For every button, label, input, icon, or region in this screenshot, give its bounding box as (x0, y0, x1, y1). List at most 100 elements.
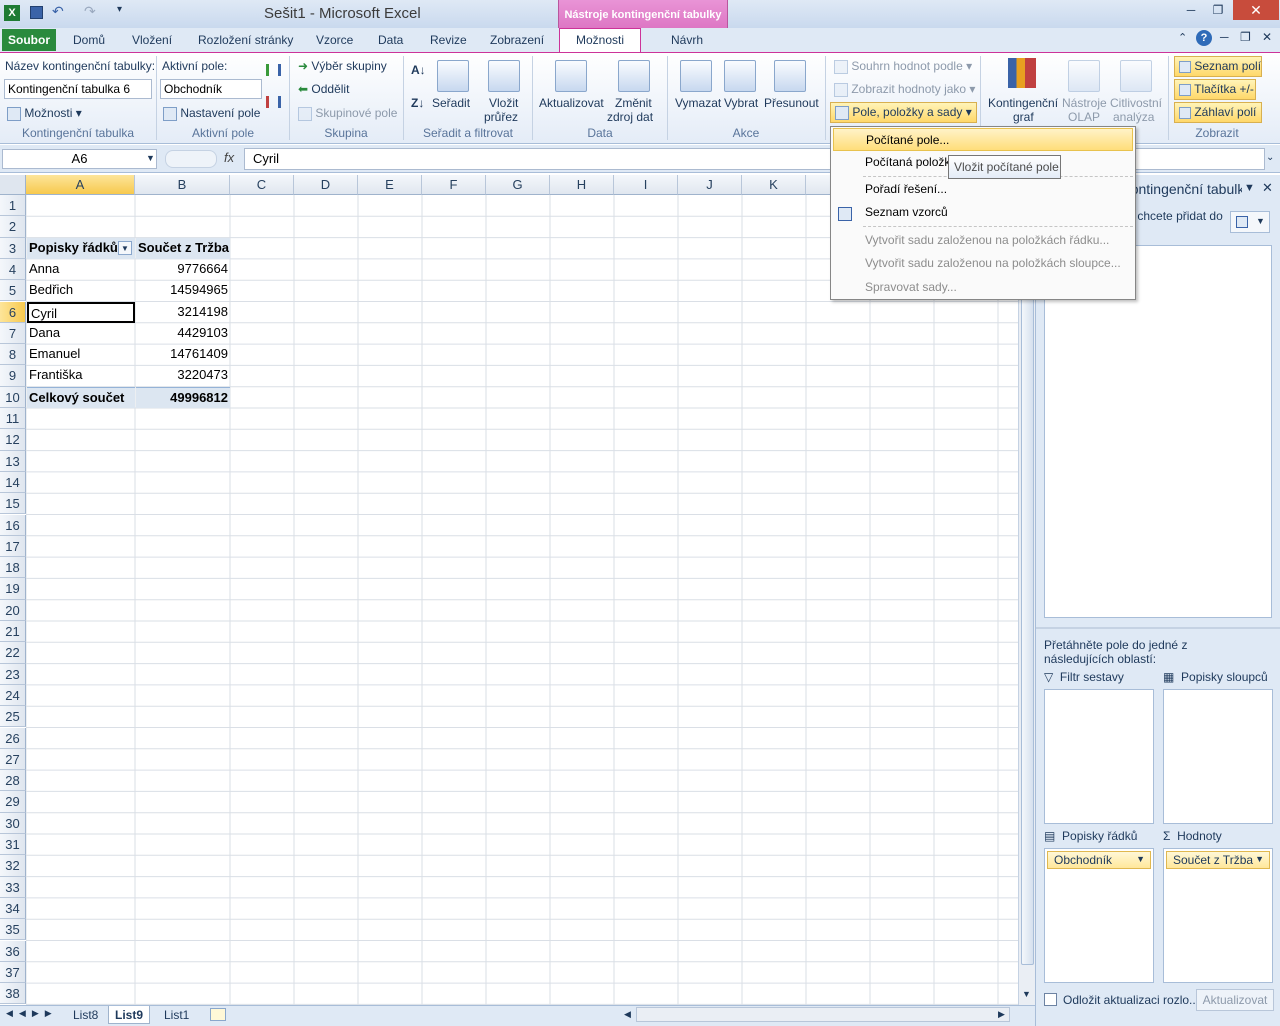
row-header-29[interactable]: 29 (0, 791, 26, 813)
pivot-row-value[interactable]: 14594965 (136, 280, 230, 301)
pivot-chart-label-2[interactable]: graf (1013, 110, 1034, 124)
horizontal-scrollbar[interactable] (636, 1007, 1010, 1022)
row-header-25[interactable]: 25 (0, 706, 26, 728)
slicer-icon[interactable] (488, 60, 520, 92)
panel-close-icon[interactable]: ✕ (1262, 180, 1273, 196)
pivot-grand-total-label[interactable]: Celkový součet (27, 386, 135, 408)
active-field-input[interactable]: Obchodník (160, 79, 262, 99)
row-header-6[interactable]: 6 (0, 301, 26, 323)
defer-update-checkbox[interactable] (1044, 993, 1057, 1006)
field-settings-button[interactable]: Nastavení pole (163, 106, 260, 121)
change-source-label-2[interactable]: zdroj dat (607, 110, 653, 124)
plus-minus-buttons-button[interactable]: Tlačítka +/- (1174, 79, 1256, 100)
row-header-16[interactable]: 16 (0, 514, 26, 536)
tab-review[interactable]: Revize (424, 30, 473, 50)
fields-items-sets-button[interactable]: Pole, položky a sady ▾ (830, 102, 977, 123)
panel-menu-icon[interactable]: ▼ (1244, 182, 1255, 194)
row-header-1[interactable]: 1 (0, 195, 26, 217)
help-icon[interactable]: ? (1196, 30, 1212, 46)
ungroup-button[interactable]: ⬅ Oddělit (298, 82, 349, 96)
pivot-row-name[interactable]: Dana (27, 323, 135, 344)
name-box[interactable]: A6 (2, 149, 157, 169)
save-icon[interactable] (30, 6, 43, 19)
pivot-chart-icon[interactable] (1008, 58, 1036, 88)
row-header-32[interactable]: 32 (0, 855, 26, 877)
row-header-30[interactable]: 30 (0, 812, 26, 834)
olap-tools-icon[interactable] (1068, 60, 1100, 92)
pivot-row-value[interactable]: 3220473 (136, 365, 230, 386)
sheet-tab-list1[interactable]: List1 (158, 1006, 195, 1024)
tab-data[interactable]: Data (372, 30, 409, 50)
insert-function-icon[interactable]: fx (224, 150, 234, 165)
row-header-11[interactable]: 11 (0, 408, 26, 430)
sheet-tab-list9[interactable]: List9 (108, 1006, 151, 1024)
row-header-7[interactable]: 7 (0, 322, 26, 345)
tab-options[interactable]: Možnosti (559, 28, 641, 53)
row-header-35[interactable]: 35 (0, 919, 26, 941)
row-labels-area[interactable]: Obchodník ▼ (1044, 848, 1154, 983)
tab-design[interactable]: Návrh (665, 30, 709, 50)
pivot-row-value[interactable]: 4429103 (136, 323, 230, 344)
sort-za-icon[interactable]: Z↓ (411, 96, 424, 110)
refresh-icon[interactable] (555, 60, 587, 92)
close-button[interactable]: ✕ (1233, 0, 1279, 20)
column-header-h[interactable]: H (550, 175, 614, 195)
column-header-f[interactable]: F (422, 175, 486, 195)
clear-button-label[interactable]: Vymazat (675, 96, 721, 110)
excel-logo-icon[interactable]: X (4, 5, 20, 21)
row-header-21[interactable]: 21 (0, 621, 26, 643)
clear-icon[interactable] (680, 60, 712, 92)
column-header-j[interactable]: J (678, 175, 742, 195)
update-button[interactable]: Aktualizovat (1196, 989, 1274, 1011)
pivot-row-name[interactable]: Cyril (27, 301, 135, 323)
row-header-38[interactable]: 38 (0, 983, 26, 1005)
move-icon[interactable] (774, 60, 806, 92)
row-header-19[interactable]: 19 (0, 578, 26, 600)
pivot-row-name[interactable]: Anna (27, 259, 135, 280)
group-selection-button[interactable]: ➜ Výběr skupiny (298, 59, 387, 73)
field-list-box[interactable] (1044, 245, 1272, 618)
row-header-31[interactable]: 31 (0, 834, 26, 856)
sheet-tab-list8[interactable]: List8 (67, 1006, 104, 1024)
insert-slicer-label-1[interactable]: Vložit (489, 96, 518, 110)
sort-icon[interactable] (437, 60, 469, 92)
pivot-chart-label-1[interactable]: Kontingenční (988, 96, 1058, 110)
refresh-button-label[interactable]: Aktualizovat (539, 96, 604, 110)
column-header-k[interactable]: K (742, 175, 806, 195)
tab-home[interactable]: Domů (67, 30, 111, 50)
tab-formulas[interactable]: Vzorce (310, 30, 359, 50)
group-field-button[interactable]: Skupinové pole (298, 106, 397, 121)
column-header-e[interactable]: E (358, 175, 422, 195)
scroll-left-icon[interactable]: ◀ (624, 1009, 631, 1020)
select-button-label[interactable]: Vybrat (724, 96, 758, 110)
pivot-header-sum[interactable]: Součet z Tržba (136, 237, 230, 259)
row-header-27[interactable]: 27 (0, 748, 26, 771)
menu-item-create-set-columns[interactable]: Vytvořit sadu založenou na položkách slo… (833, 252, 1133, 275)
row-header-10[interactable]: 10 (0, 386, 26, 408)
row-header-18[interactable]: 18 (0, 557, 26, 579)
pivot-row-name[interactable]: Emanuel (27, 344, 135, 365)
column-header-i[interactable]: I (614, 175, 678, 195)
pivot-grand-total-value[interactable]: 49996812 (136, 386, 230, 408)
field-list-button[interactable]: Seznam polí (1174, 56, 1262, 77)
row-header-23[interactable]: 23 (0, 663, 26, 685)
doc-close-icon[interactable]: ✕ (1262, 30, 1272, 44)
tab-insert[interactable]: Vložení (126, 30, 178, 50)
undo-icon[interactable]: ↶ (52, 3, 64, 20)
pivot-row-name[interactable]: Bedřich (27, 280, 135, 301)
column-header-g[interactable]: G (486, 175, 550, 195)
scroll-right-icon[interactable]: ▶ (998, 1009, 1005, 1020)
pivot-table-name-input[interactable]: Kontingenční tabulka 6 (4, 79, 152, 99)
values-area[interactable]: Součet z Tržba ▼ (1163, 848, 1273, 983)
row-header-17[interactable]: 17 (0, 535, 26, 558)
show-values-as-button[interactable]: Zobrazit hodnoty jako ▾ (834, 82, 975, 97)
row-header-15[interactable]: 15 (0, 493, 26, 515)
scroll-down-icon[interactable]: ▼ (1022, 989, 1031, 999)
column-header-a[interactable]: A (26, 175, 135, 195)
whatif-label-2[interactable]: analýza (1113, 110, 1154, 124)
tab-file[interactable]: Soubor (2, 29, 56, 51)
scroll-thumb[interactable] (1021, 195, 1034, 965)
value-field-pill[interactable]: Součet z Tržba ▼ (1166, 851, 1270, 869)
row-header-37[interactable]: 37 (0, 961, 26, 984)
row-header-22[interactable]: 22 (0, 642, 26, 664)
